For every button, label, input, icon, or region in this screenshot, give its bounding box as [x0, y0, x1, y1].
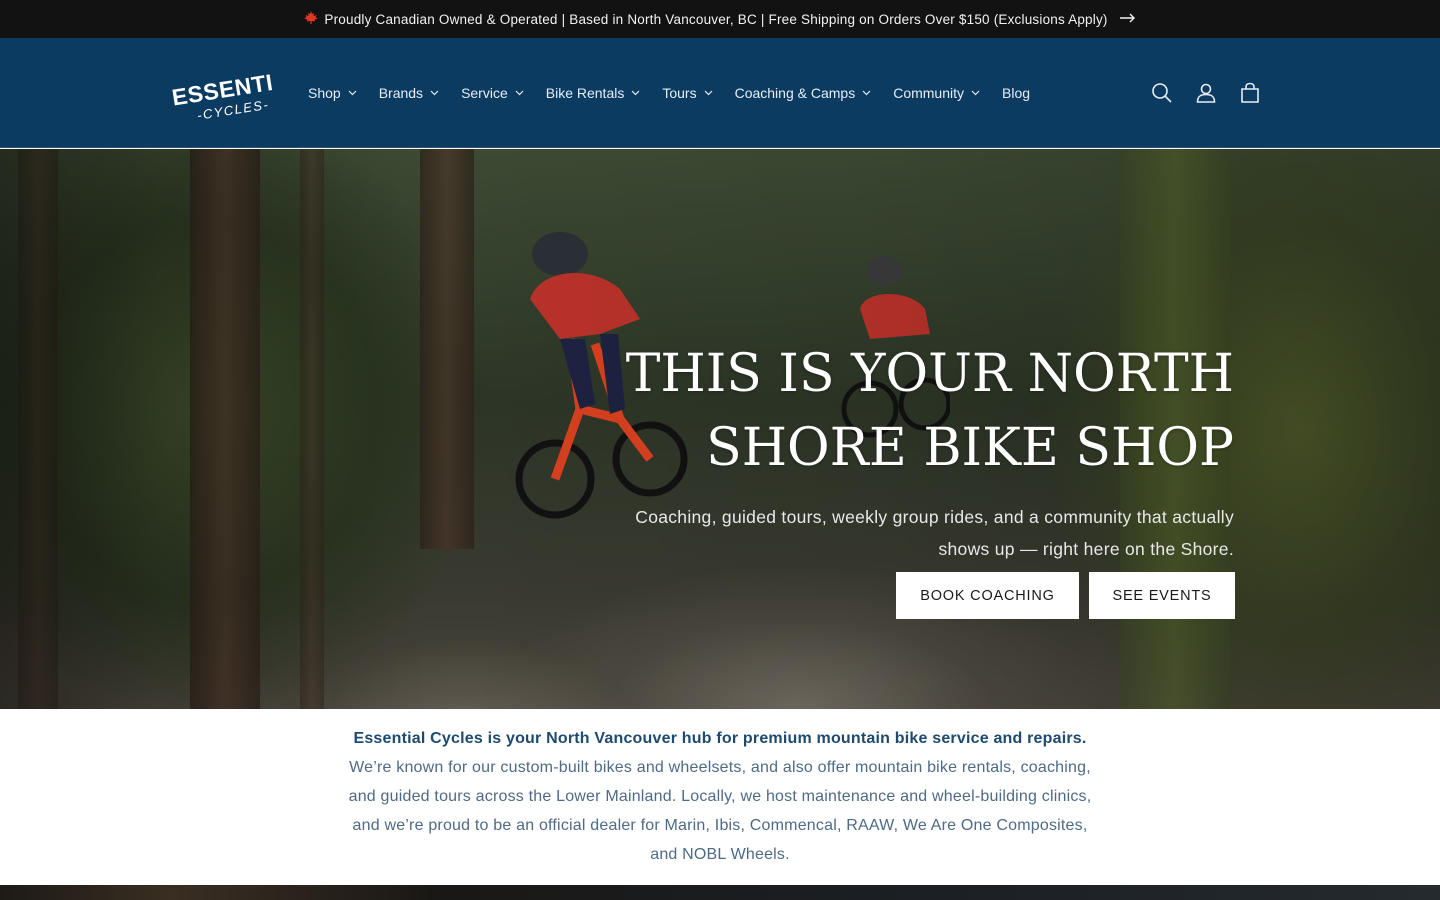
site-header: ESSENTIAL -CYCLES- Shop Brands Service B… [0, 38, 1440, 148]
nav-bike-rentals[interactable]: Bike Rentals [546, 85, 641, 101]
nav-brands-label: Brands [378, 85, 424, 101]
nav-tours[interactable]: Tours [662, 85, 713, 101]
nav-service-label: Service [461, 85, 508, 101]
cart-icon[interactable] [1228, 71, 1272, 115]
hero-text-block: THIS IS YOUR NORTH SHORE BIKE SHOP Coach… [594, 337, 1234, 565]
chevron-down-icon [348, 90, 357, 96]
chevron-down-icon [631, 90, 640, 96]
intro-paragraph: Essential Cycles is your North Vancouver… [338, 724, 1102, 869]
hero-buttons: BOOK COACHING SEE EVENTS [896, 572, 1235, 619]
maple-leaf-icon [304, 11, 319, 27]
intro-text: We’re known for our custom-built bikes a… [348, 759, 1092, 863]
hero-title: THIS IS YOUR NORTH SHORE BIKE SHOP [594, 337, 1234, 485]
nav-blog[interactable]: Blog [1002, 85, 1030, 101]
nav-tours-label: Tours [662, 85, 697, 101]
hero-subtitle-line1: Coaching, guided tours, weekly group rid… [635, 507, 1234, 527]
announcement-text: Proudly Canadian Owned & Operated | Base… [324, 11, 1108, 27]
next-section-image [0, 885, 1440, 900]
chevron-down-icon [430, 90, 439, 96]
hero-subtitle-line2: shows up — right here on the Shore. [938, 539, 1234, 559]
book-coaching-button[interactable]: BOOK COACHING [896, 572, 1079, 619]
nav-blog-label: Blog [1002, 85, 1031, 101]
hero-title-line1: THIS IS YOUR NORTH [625, 344, 1234, 404]
hero-banner: THIS IS YOUR NORTH SHORE BIKE SHOP Coach… [0, 149, 1440, 709]
see-events-button[interactable]: SEE EVENTS [1089, 572, 1235, 619]
nav-community[interactable]: Community [893, 85, 980, 101]
nav-community-label: Community [893, 85, 964, 101]
nav-shop[interactable]: Shop [308, 85, 357, 101]
account-icon[interactable] [1184, 71, 1228, 115]
nav-bike-rentals-label: Bike Rentals [545, 85, 625, 101]
main-nav: Shop Brands Service Bike Rentals Tours C… [308, 38, 1052, 148]
nav-coaching-camps-label: Coaching & Camps [734, 85, 856, 101]
nav-shop-label: Shop [308, 85, 341, 101]
nav-coaching-camps[interactable]: Coaching & Camps [735, 85, 872, 101]
chevron-down-icon [704, 90, 713, 96]
chevron-down-icon [515, 90, 524, 96]
header-actions [1140, 38, 1272, 148]
hero-subtitle: Coaching, guided tours, weekly group rid… [594, 501, 1234, 565]
nav-brands[interactable]: Brands [379, 85, 439, 101]
chevron-down-icon [862, 90, 871, 96]
hero-title-line2: SHORE BIKE SHOP [706, 418, 1234, 478]
intro-bold: Essential Cycles is your North Vancouver… [353, 730, 1087, 747]
announcement-bar[interactable]: Proudly Canadian Owned & Operated | Base… [0, 0, 1440, 38]
search-icon[interactable] [1140, 71, 1184, 115]
chevron-down-icon [971, 90, 980, 96]
arrow-right-icon[interactable] [1119, 11, 1136, 27]
nav-service[interactable]: Service [461, 85, 524, 101]
logo[interactable]: ESSENTIAL -CYCLES- [168, 64, 306, 123]
